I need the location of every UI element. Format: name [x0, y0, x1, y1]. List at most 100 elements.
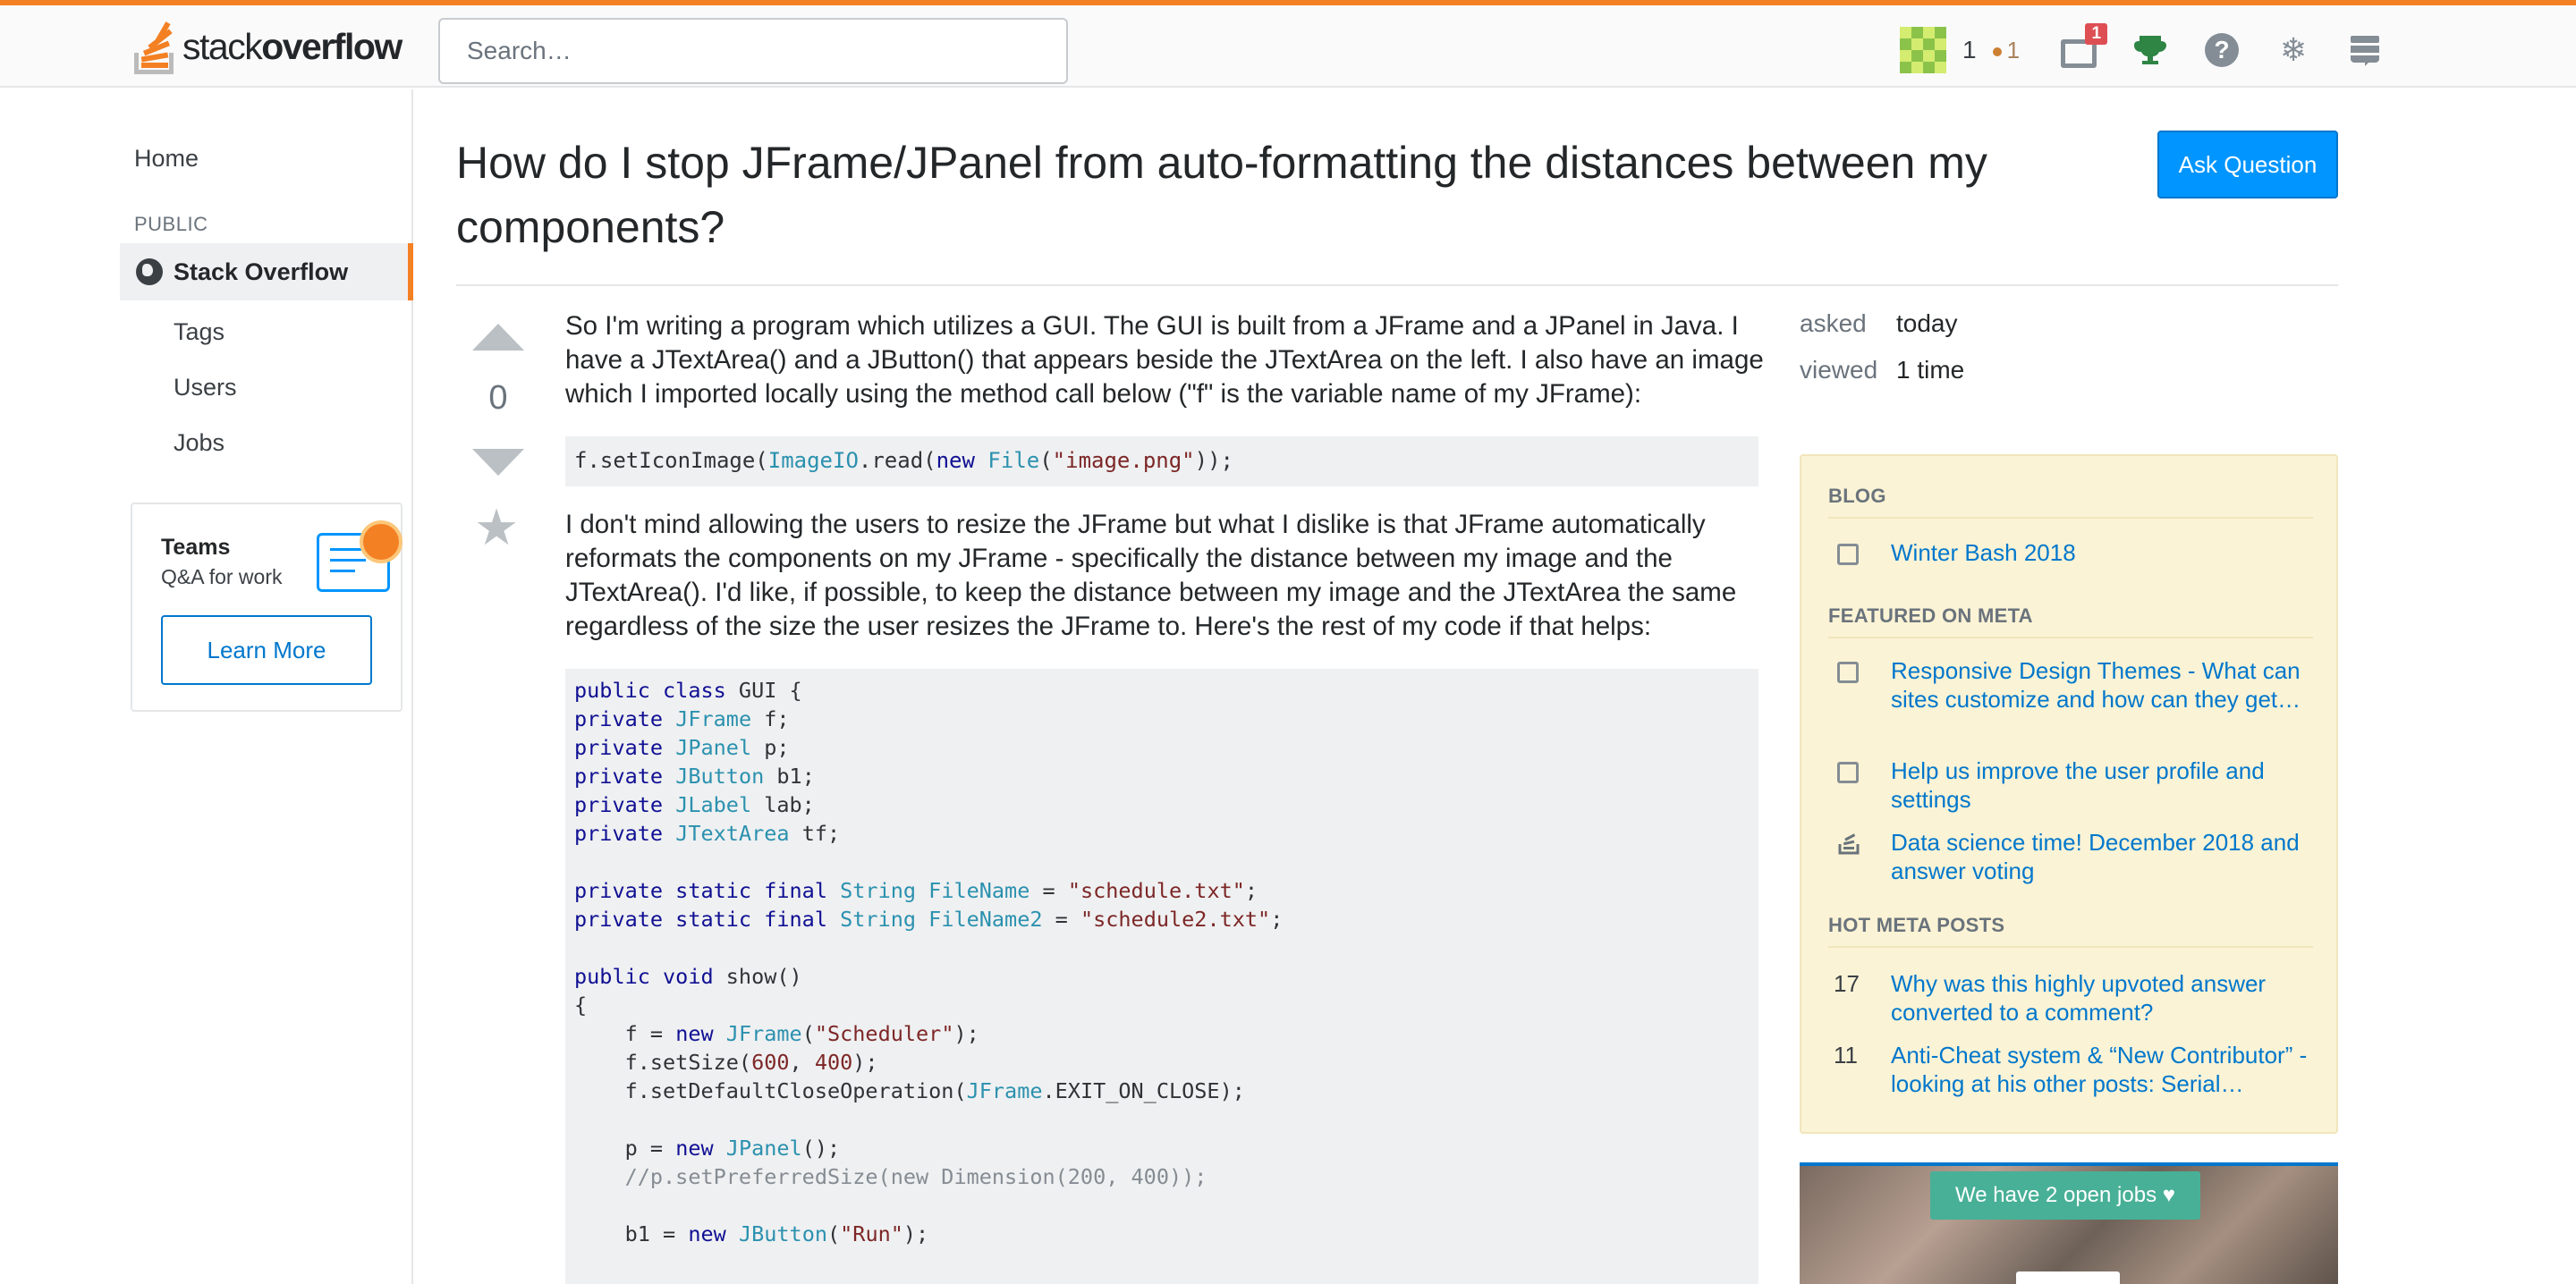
- code-token: JButton: [738, 1221, 827, 1246]
- code-token: "Scheduler": [814, 1021, 954, 1046]
- help-icon: ?: [2205, 33, 2240, 67]
- code-token: b1 =: [574, 1221, 689, 1246]
- learn-more-button[interactable]: Learn More: [161, 615, 372, 685]
- code-token: public void: [574, 964, 714, 989]
- code-token: );: [953, 1021, 979, 1046]
- code-token: (: [801, 1021, 815, 1046]
- code-line: public class GUI {: [574, 676, 1750, 705]
- jobs-ad[interactable]: We have 2 open jobs ♥: [1800, 1162, 2338, 1284]
- code-token: private: [574, 792, 664, 817]
- code-token: JFrame: [966, 1078, 1043, 1103]
- top-icons: 1 1 1 ? ❄: [1900, 23, 2383, 75]
- code-token: (: [827, 1221, 841, 1246]
- code-token: new: [675, 1021, 714, 1046]
- question-paragraph-1: So I'm writing a program which utilizes …: [565, 311, 1764, 409]
- stack-logo-icon: [1828, 828, 1891, 885]
- downvote-icon[interactable]: [472, 449, 524, 476]
- asked-value[interactable]: today: [1896, 309, 1958, 337]
- code-token: FileName: [928, 878, 1030, 903]
- code-token: f.setDefaultCloseOperation(: [574, 1078, 967, 1103]
- code-line: private JFrame f;: [574, 705, 1750, 733]
- open-jobs-pill[interactable]: We have 2 open jobs ♥: [1930, 1171, 2200, 1220]
- code-token: show(): [713, 964, 802, 989]
- globe-icon: [136, 258, 163, 285]
- code-line: f.setDefaultCloseOperation(JFrame.EXIT_O…: [574, 1077, 1750, 1105]
- winter-bash-button[interactable]: ❄: [2275, 30, 2311, 70]
- teams-illustration-icon: [317, 520, 402, 596]
- viewed-value: 1 time: [1896, 356, 1965, 384]
- code-token: FileName2: [928, 907, 1043, 932]
- code-token: 600: [751, 1050, 790, 1075]
- code-token: f.setIconImage(: [574, 448, 768, 473]
- code-token: =: [1030, 878, 1068, 903]
- featured-item[interactable]: Responsive Design Themes - What can site…: [1828, 656, 2311, 714]
- code-token: p =: [574, 1136, 676, 1161]
- site-switcher-button[interactable]: [2347, 30, 2383, 70]
- featured-heading: FEATURED ON META: [1828, 604, 2313, 638]
- logo-text: stackoverflow: [182, 25, 402, 67]
- code-token: private static final: [574, 907, 827, 932]
- reputation-count: 1: [1962, 36, 1977, 63]
- viewed-label: viewed: [1800, 356, 1878, 384]
- question-paragraph-2: I don't mind allowing the users to resiz…: [565, 510, 1737, 641]
- nav-tags[interactable]: Tags: [174, 318, 225, 346]
- code-token: lab;: [751, 792, 815, 817]
- nav-users[interactable]: Users: [174, 374, 237, 401]
- ask-question-button[interactable]: Ask Question: [2157, 131, 2338, 199]
- blog-item[interactable]: Winter Bash 2018: [1828, 538, 2311, 567]
- asked-label: asked: [1800, 309, 1867, 337]
- code-token: "image.png": [1052, 448, 1195, 473]
- code-token: String: [840, 907, 917, 932]
- nav-home[interactable]: Home: [134, 145, 199, 173]
- inbox-button[interactable]: 1: [2061, 23, 2108, 70]
- code-token: =: [1042, 907, 1080, 932]
- teams-promo: Teams Q&A for work Learn More: [131, 503, 402, 712]
- code-token: f =: [574, 1021, 676, 1046]
- code-token: private static final: [574, 878, 827, 903]
- code-token: f.setSize(: [574, 1050, 752, 1075]
- upvote-icon[interactable]: [472, 324, 524, 351]
- featured-item[interactable]: Help us improve the user profile and set…: [1828, 756, 2311, 814]
- code-line: private JTextArea tf;: [574, 819, 1750, 848]
- code-token: ;: [1270, 907, 1284, 932]
- favorite-star-icon[interactable]: ★: [474, 501, 519, 554]
- hot-meta-heading: HOT META POSTS: [1828, 914, 2313, 948]
- code-token: );: [852, 1050, 878, 1075]
- achievements-button[interactable]: [2132, 30, 2168, 70]
- question-title[interactable]: How do I stop JFrame/JPanel from auto-fo…: [456, 131, 2138, 259]
- code-token: ImageIO: [767, 448, 859, 473]
- code-token: "schedule2.txt": [1080, 907, 1271, 932]
- code-line: b1 = new JButton("Run");: [574, 1220, 1750, 1248]
- nav-public-heading: PUBLIC: [134, 213, 208, 235]
- code-token: JTextArea: [675, 821, 790, 846]
- featured-item[interactable]: Data science time! December 2018 and ans…: [1828, 828, 2311, 885]
- code-token: JFrame: [675, 706, 752, 731]
- jobs-tab: [2016, 1271, 2120, 1284]
- hot-meta-item[interactable]: 11 Anti-Cheat system & “New Contributor”…: [1828, 1041, 2311, 1098]
- code-line: public void show(): [574, 962, 1750, 991]
- code-token: .EXIT_ON_CLOSE);: [1042, 1078, 1245, 1103]
- chat-bubble-icon: [1837, 662, 1859, 683]
- code-token: private: [574, 821, 664, 846]
- code-token: new: [675, 1136, 714, 1161]
- code-token: String: [840, 878, 917, 903]
- hot-meta-item[interactable]: 17 Why was this highly upvoted answer co…: [1828, 969, 2311, 1026]
- teams-title: Teams: [161, 535, 231, 560]
- nav-stack-overflow[interactable]: Stack Overflow: [120, 243, 413, 300]
- search-input[interactable]: [438, 18, 1068, 84]
- code-line: f.setSize(600, 400);: [574, 1048, 1750, 1077]
- nav-jobs[interactable]: Jobs: [174, 429, 225, 457]
- avatar[interactable]: [1900, 27, 1946, 73]
- code-token: JPanel: [675, 735, 752, 760]
- help-button[interactable]: ?: [2204, 30, 2240, 70]
- code-token: 400: [814, 1050, 853, 1075]
- stackoverflow-logo[interactable]: stackoverflow: [132, 18, 402, 75]
